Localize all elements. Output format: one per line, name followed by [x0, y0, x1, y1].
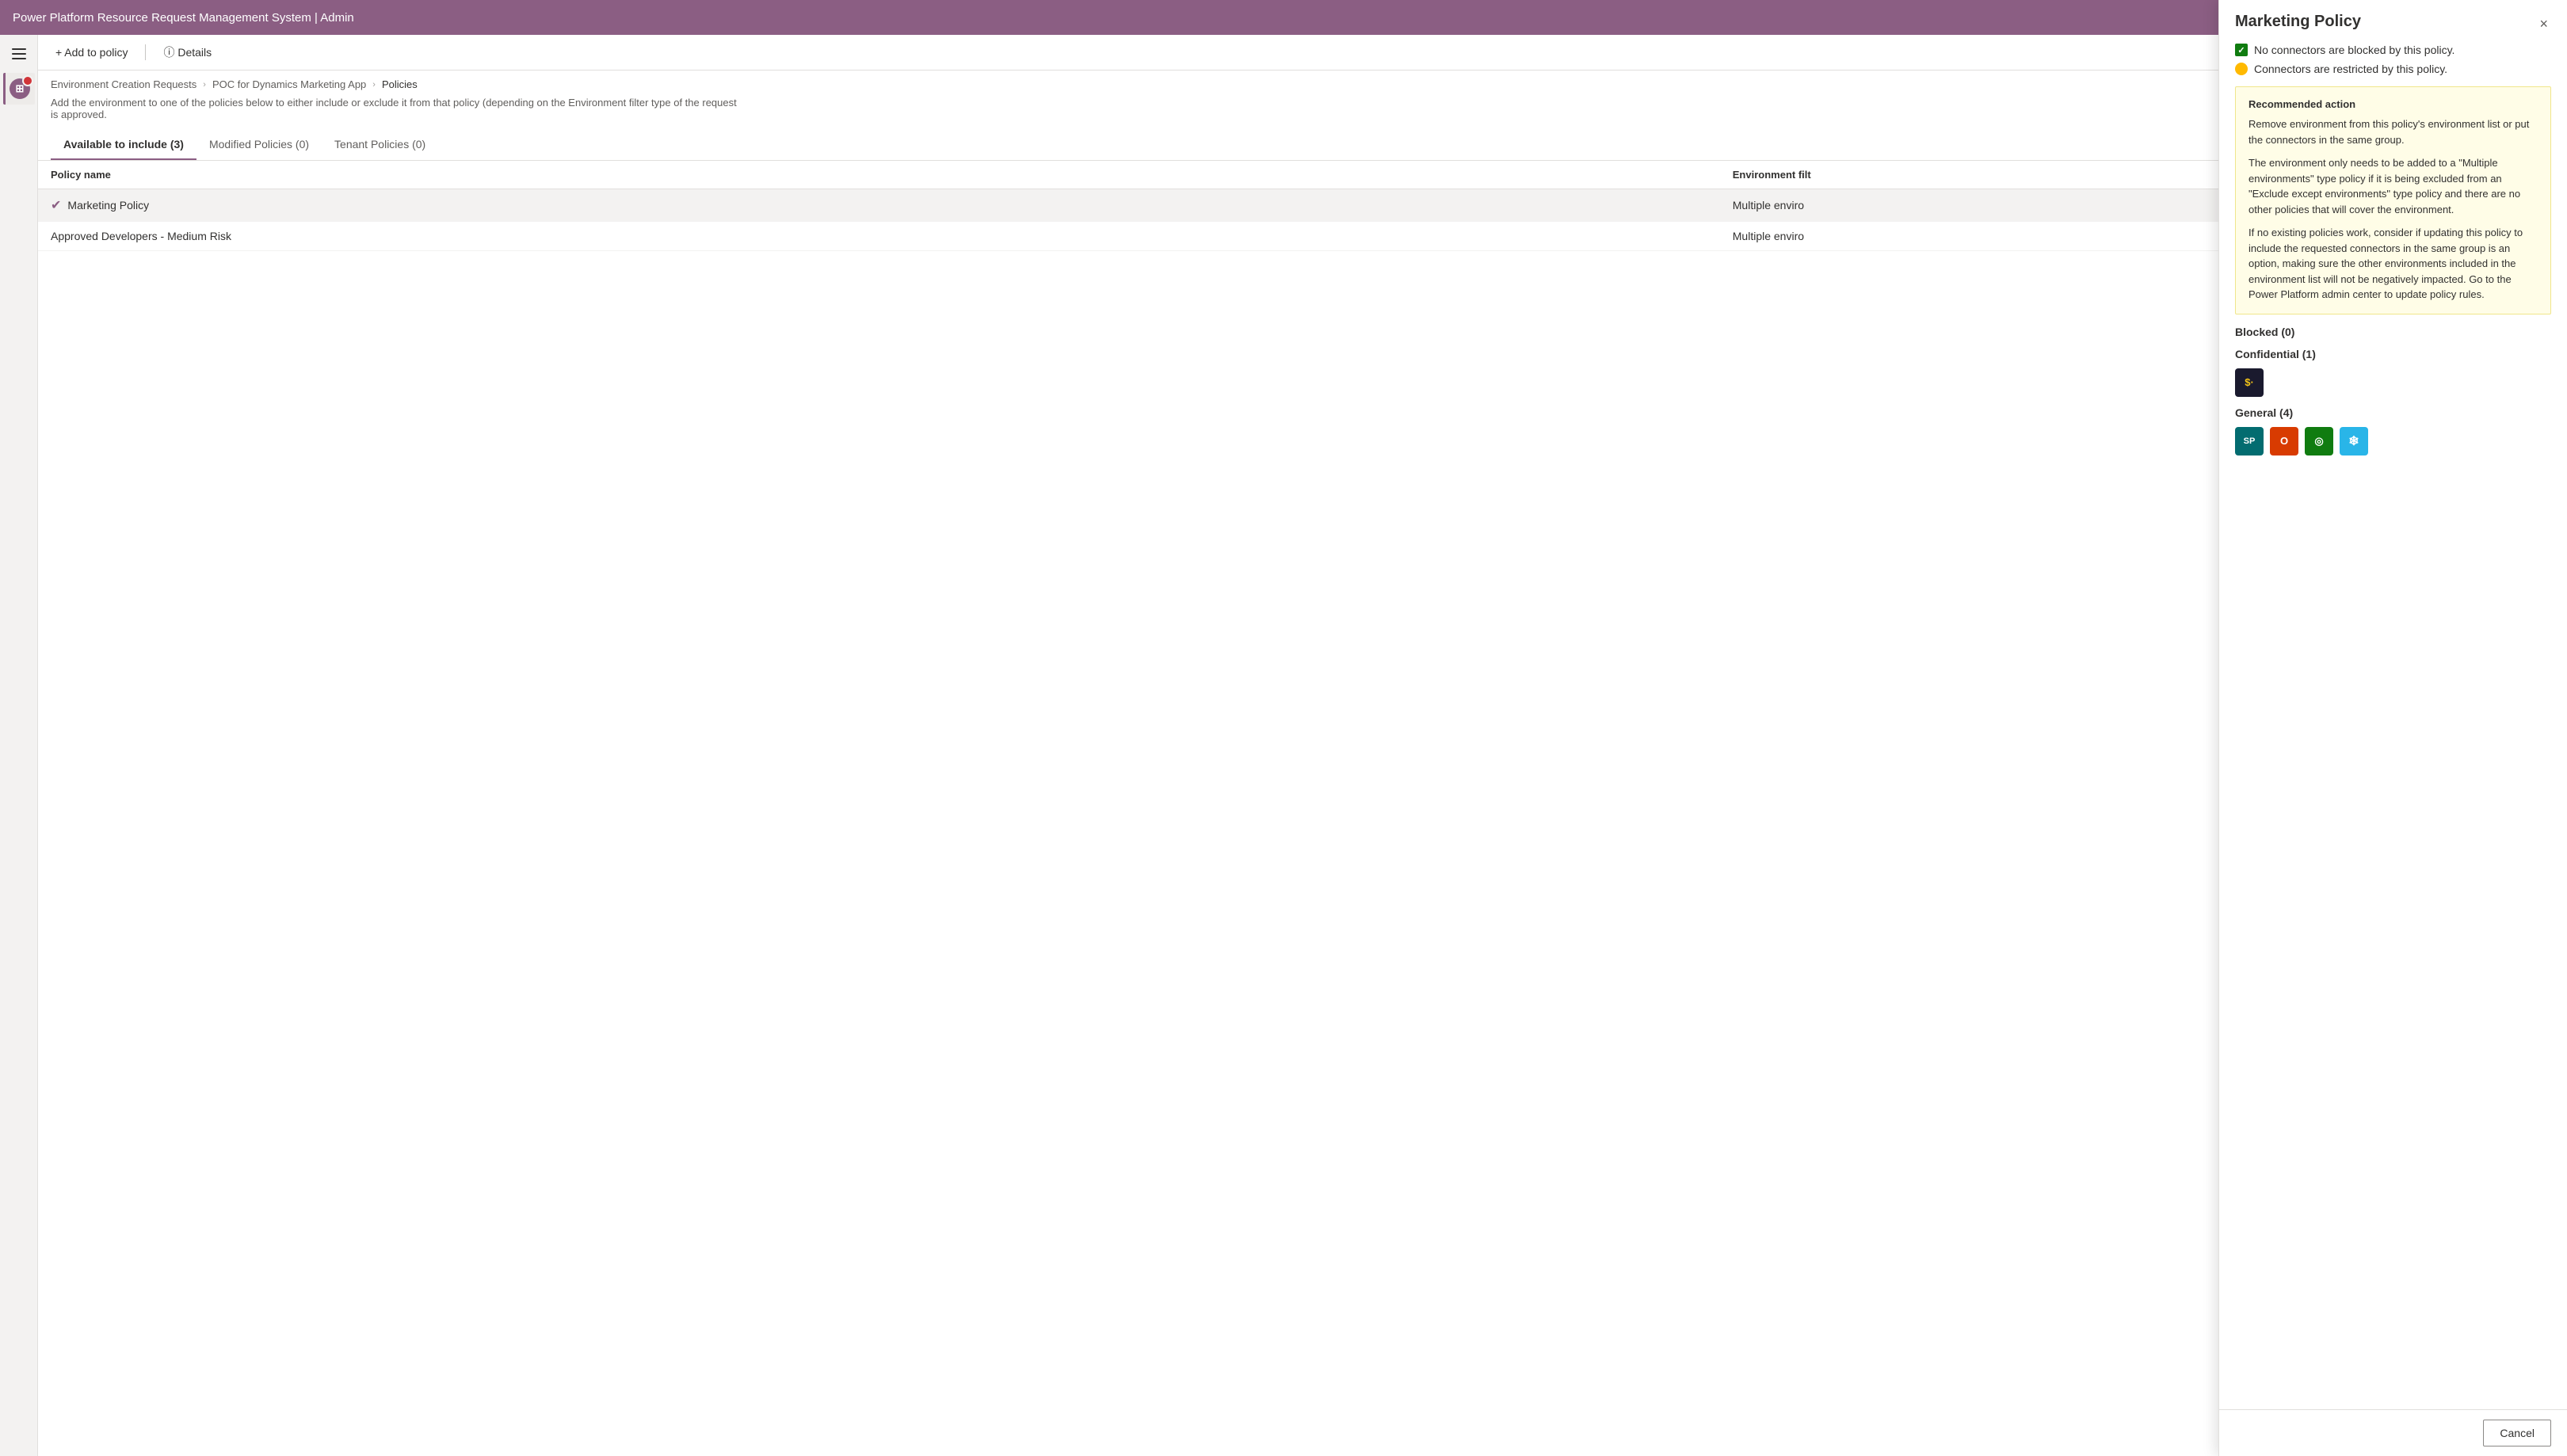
toolbar-separator	[145, 44, 146, 60]
main-content: + Add to policy ⓘ Details Environment Cr…	[38, 35, 2567, 1456]
tabs-bar: Available to include (3) Modified Polici…	[38, 130, 2567, 161]
policy-name-cell: Approved Developers - Medium Risk	[38, 222, 1720, 251]
nav-icon: ⊞	[10, 78, 30, 99]
recommended-label: Recommended action	[2249, 98, 2538, 110]
recommended-text: Remove environment from this policy's en…	[2249, 116, 2538, 303]
app-title: Power Platform Resource Request Manageme…	[13, 11, 354, 25]
table-row[interactable]: ✔Marketing PolicyMultiple enviro	[38, 189, 2567, 222]
sidebar: ⊞	[0, 35, 38, 1456]
confidential-title: Confidential (1)	[2235, 348, 2551, 360]
general-title: General (4)	[2235, 406, 2551, 419]
top-bar: Power Platform Resource Request Manageme…	[0, 0, 2567, 35]
general-section: General (4) SP O ◎ ❄	[2235, 406, 2551, 455]
recommended-para-1: Remove environment from this policy's en…	[2249, 116, 2538, 147]
tab-tenant[interactable]: Tenant Policies (0)	[322, 130, 438, 160]
selected-check-icon: ✔	[51, 199, 61, 212]
status-green-text: No connectors are blocked by this policy…	[2254, 44, 2454, 56]
details-button[interactable]: ⓘ Details	[158, 41, 216, 63]
panel-header: Marketing Policy ×	[2219, 0, 2567, 44]
policy-name-text: Approved Developers - Medium Risk	[51, 230, 231, 242]
panel-close-button[interactable]: ×	[2536, 13, 2551, 36]
table-row[interactable]: Approved Developers - Medium RiskMultipl…	[38, 222, 2567, 251]
status-yellow-text: Connectors are restricted by this policy…	[2254, 63, 2447, 75]
policy-name-text: Marketing Policy	[67, 199, 149, 212]
status-yellow: Connectors are restricted by this policy…	[2235, 63, 2551, 75]
breadcrumb-item-1[interactable]: Environment Creation Requests	[51, 78, 196, 90]
recommended-action-box: Recommended action Remove environment fr…	[2235, 86, 2551, 314]
notification-badge	[22, 75, 33, 86]
hamburger-menu-button[interactable]	[6, 41, 32, 67]
status-green: No connectors are blocked by this policy…	[2235, 44, 2551, 56]
policies-table-container: Policy name Environment filt ✔Marketing …	[38, 161, 2567, 1456]
tab-modified[interactable]: Modified Policies (0)	[196, 130, 322, 160]
yellow-dot-icon	[2235, 63, 2248, 75]
breadcrumb-arrow-1: ›	[203, 80, 206, 90]
marketing-policy-panel: Marketing Policy × No connectors are blo…	[2218, 0, 2567, 1456]
add-to-policy-button[interactable]: + Add to policy	[51, 43, 132, 62]
green-connector-icon: ◎	[2305, 427, 2333, 455]
sharepoint-icon: SP	[2235, 427, 2264, 455]
col-policy-name: Policy name	[38, 161, 1720, 189]
confidential-icons: $·	[2235, 368, 2551, 397]
blocked-title: Blocked (0)	[2235, 326, 2551, 338]
recommended-para-2: The environment only needs to be added t…	[2249, 155, 2538, 217]
breadcrumb-item-2[interactable]: POC for Dynamics Marketing App	[212, 78, 366, 90]
docusign-icon: $·	[2235, 368, 2264, 397]
panel-body: No connectors are blocked by this policy…	[2219, 44, 2567, 1409]
tab-available[interactable]: Available to include (3)	[51, 130, 196, 160]
toolbar: + Add to policy ⓘ Details	[38, 35, 2567, 71]
snowflake-icon: ❄	[2340, 427, 2368, 455]
sidebar-nav-home[interactable]: ⊞	[3, 73, 35, 105]
breadcrumb-current: Policies	[382, 78, 418, 90]
breadcrumb: Environment Creation Requests › POC for …	[38, 71, 2567, 93]
green-check-icon	[2235, 44, 2248, 56]
policy-name-cell: ✔ Marketing Policy	[38, 189, 1720, 222]
cancel-button[interactable]: Cancel	[2483, 1420, 2551, 1446]
office365-icon: O	[2270, 427, 2298, 455]
panel-footer: Cancel	[2219, 1409, 2567, 1456]
blocked-section: Blocked (0)	[2235, 326, 2551, 338]
page-description: Add the environment to one of the polici…	[38, 93, 751, 130]
recommended-para-3: If no existing policies work, consider i…	[2249, 225, 2538, 303]
policies-table: Policy name Environment filt ✔Marketing …	[38, 161, 2567, 251]
confidential-section: Confidential (1) $·	[2235, 348, 2551, 397]
breadcrumb-arrow-2: ›	[372, 80, 376, 90]
panel-title: Marketing Policy	[2235, 13, 2361, 31]
general-icons: SP O ◎ ❄	[2235, 427, 2551, 455]
